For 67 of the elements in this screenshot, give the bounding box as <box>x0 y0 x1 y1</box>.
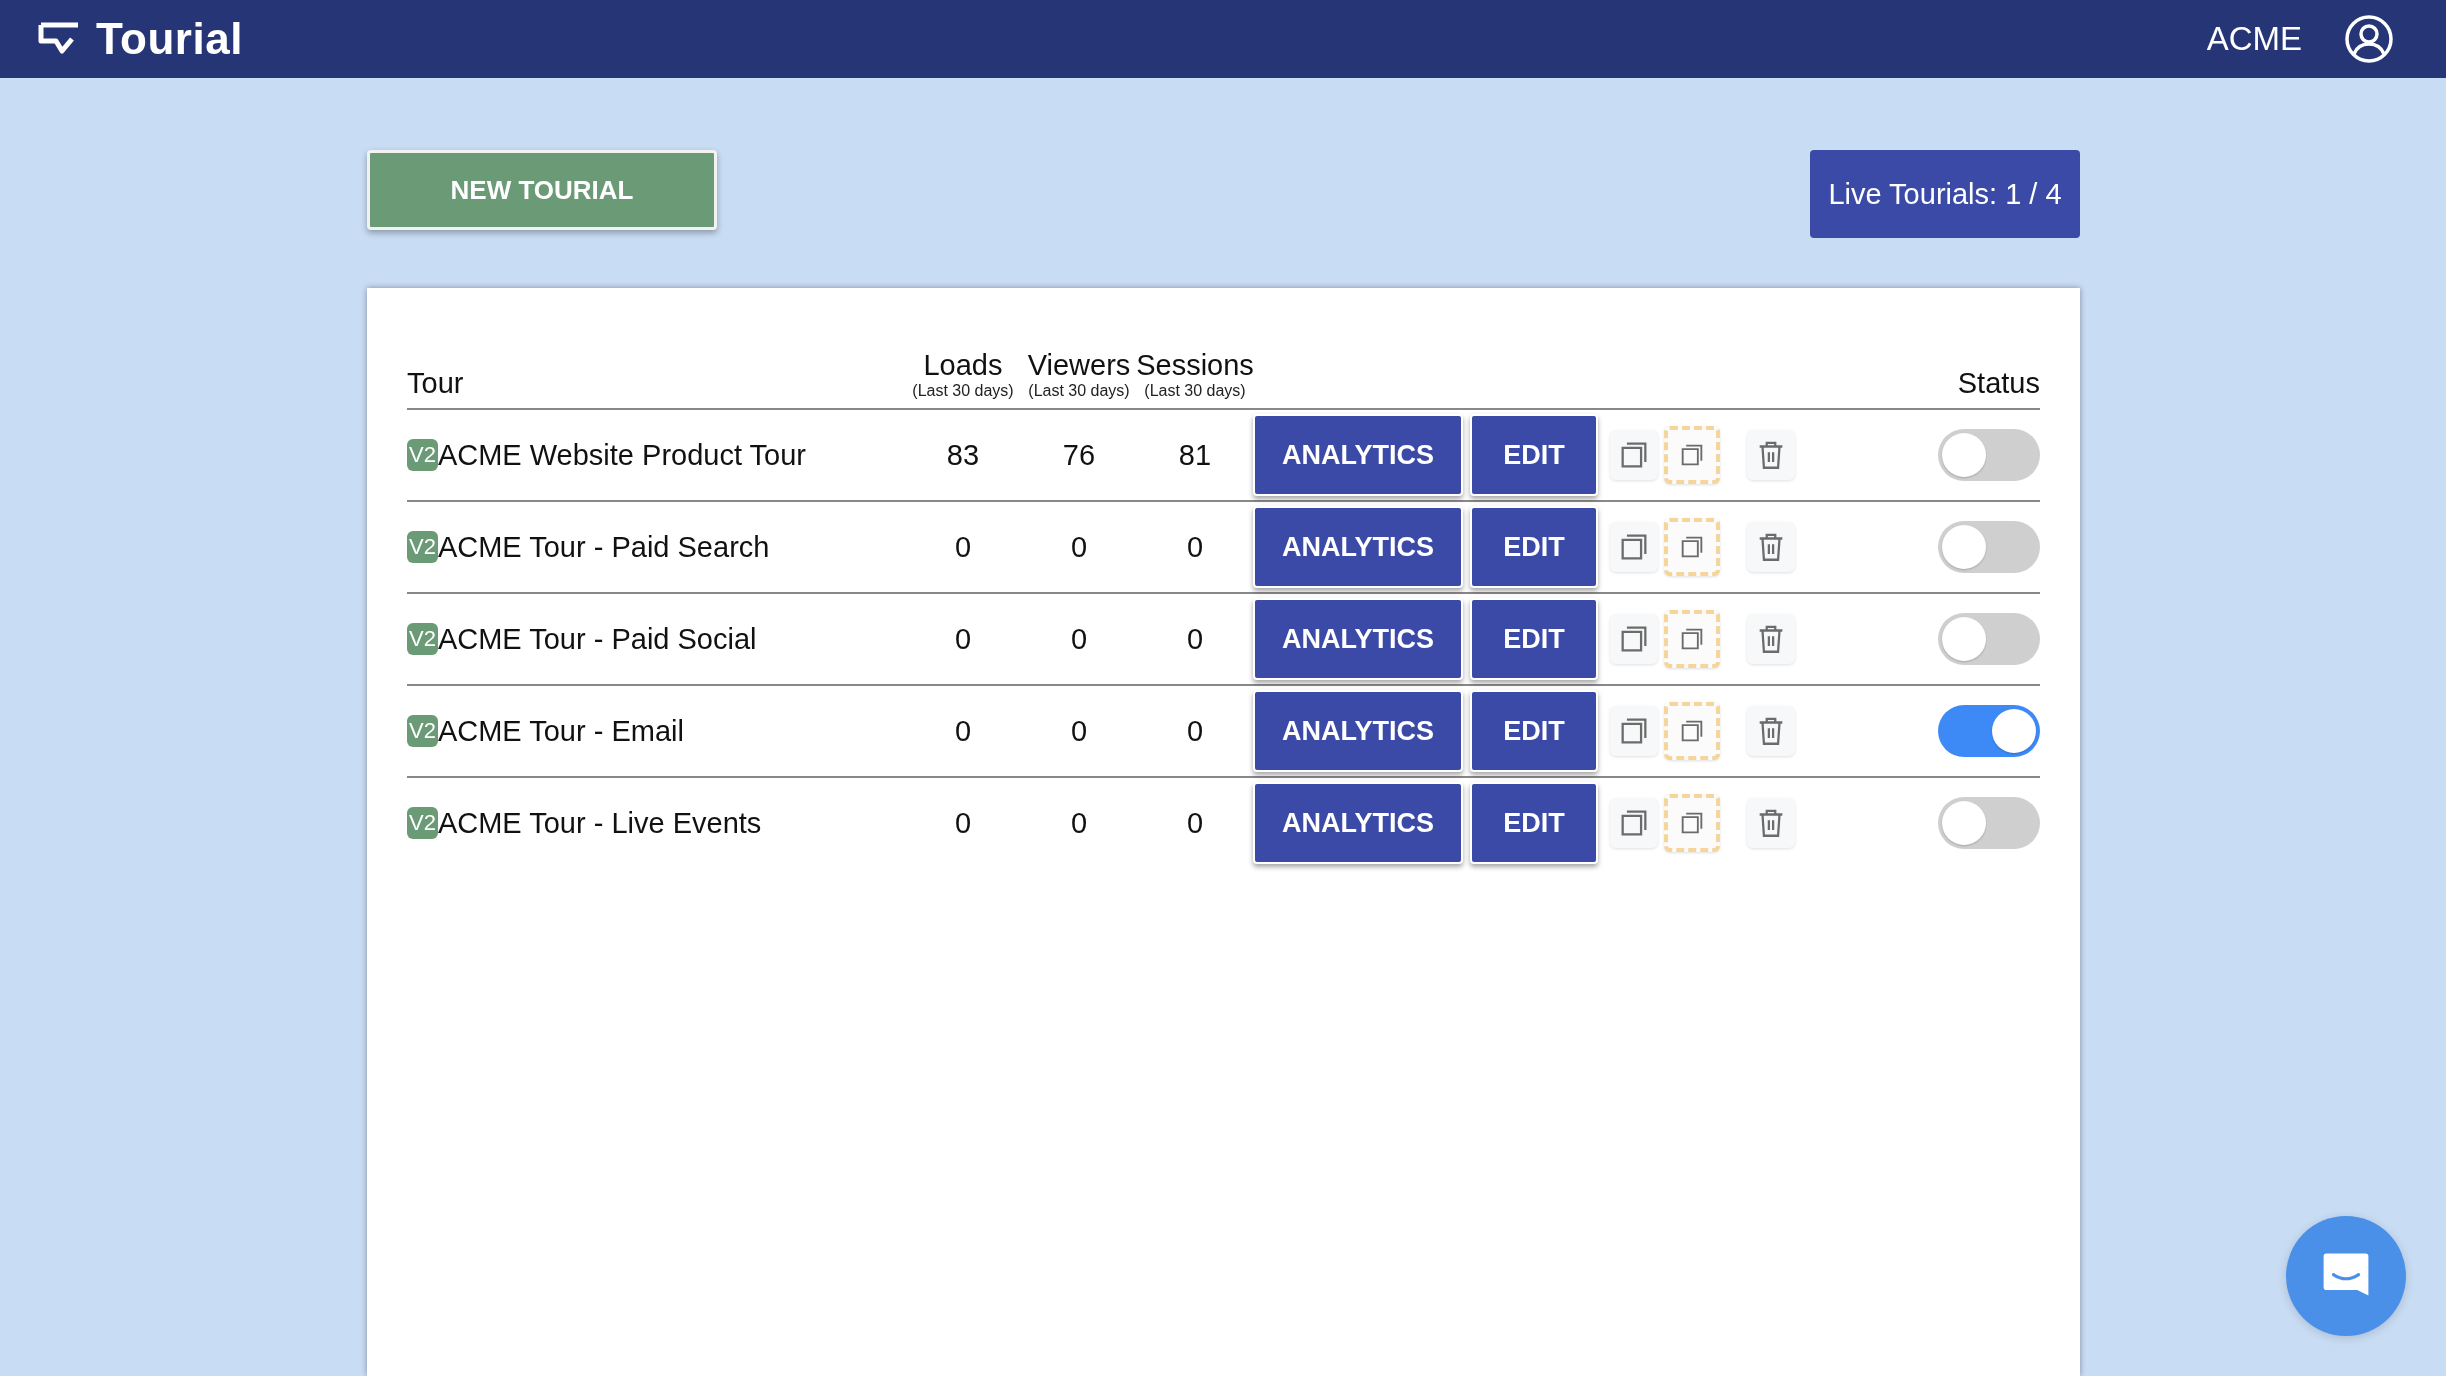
sessions-count: 0 <box>1186 530 1204 563</box>
sessions-count: 0 <box>1186 806 1204 839</box>
tour-name: ACME Tour - Paid Search <box>437 530 770 564</box>
copy-icon[interactable] <box>1664 518 1720 576</box>
sessions-count: 81 <box>1178 438 1212 471</box>
tour-name: ACME Tour - Email <box>437 714 684 748</box>
version-badge: V2 <box>407 439 438 471</box>
sessions-count: 0 <box>1186 714 1204 747</box>
loads-count: 0 <box>954 714 972 747</box>
version-badge: V2 <box>407 807 438 839</box>
tour-name: ACME Tour - Live Events <box>437 806 762 840</box>
copy-icon[interactable] <box>1664 426 1720 484</box>
edit-button[interactable]: EDIT <box>1470 782 1598 864</box>
loads-count: 83 <box>946 438 980 471</box>
version-badge: V2 <box>407 531 438 563</box>
column-header: Viewers <box>1027 349 1131 382</box>
status-toggle[interactable] <box>1938 705 2040 757</box>
trash-icon[interactable] <box>1747 706 1795 756</box>
analytics-button[interactable]: ANALYTICS <box>1253 414 1463 496</box>
column-subheader: (Last 30 days) <box>1028 382 1130 400</box>
status-toggle[interactable] <box>1938 613 2040 665</box>
version-badge: V2 <box>407 715 438 747</box>
column-header: Tour <box>407 367 464 400</box>
account-name: ACME <box>2206 20 2302 58</box>
status-toggle[interactable] <box>1938 797 2040 849</box>
viewers-count: 76 <box>1062 438 1096 471</box>
live-tourials-button[interactable]: Live Tourials: 1 / 4 <box>1810 150 2080 238</box>
status-toggle[interactable] <box>1938 521 2040 573</box>
analytics-button[interactable]: ANALYTICS <box>1253 690 1463 772</box>
logo-text[interactable]: Tourial <box>96 14 243 64</box>
copy-icon[interactable] <box>1609 522 1658 572</box>
analytics-button[interactable]: ANALYTICS <box>1253 598 1463 680</box>
status-toggle[interactable] <box>1938 429 2040 481</box>
loads-count: 0 <box>954 806 972 839</box>
trash-icon[interactable] <box>1747 522 1795 572</box>
copy-icon[interactable] <box>1609 706 1658 756</box>
copy-icon[interactable] <box>1664 702 1720 760</box>
tour-name: ACME Website Product Tour <box>437 438 806 472</box>
tour-name: ACME Tour - Paid Social <box>437 622 757 656</box>
copy-icon[interactable] <box>1664 610 1720 668</box>
column-header: Loads <box>923 349 1003 382</box>
sessions-count: 0 <box>1186 622 1204 655</box>
viewers-count: 0 <box>1070 714 1088 747</box>
copy-icon[interactable] <box>1609 614 1658 664</box>
copy-icon[interactable] <box>1609 798 1658 848</box>
column-header: Status <box>1957 367 2040 400</box>
copy-icon[interactable] <box>1664 794 1720 852</box>
column-subheader: (Last 30 days) <box>912 382 1014 400</box>
loads-count: 0 <box>954 622 972 655</box>
analytics-button[interactable]: ANALYTICS <box>1253 506 1463 588</box>
column-header: Sessions <box>1136 349 1254 382</box>
viewers-count: 0 <box>1070 530 1088 563</box>
loads-count: 0 <box>954 530 972 563</box>
edit-button[interactable]: EDIT <box>1470 690 1598 772</box>
trash-icon[interactable] <box>1747 430 1795 480</box>
trash-icon[interactable] <box>1747 798 1795 848</box>
trash-icon[interactable] <box>1747 614 1795 664</box>
viewers-count: 0 <box>1070 806 1088 839</box>
column-subheader: (Last 30 days) <box>1144 382 1246 400</box>
copy-icon[interactable] <box>1609 430 1658 480</box>
edit-button[interactable]: EDIT <box>1470 414 1598 496</box>
version-badge: V2 <box>407 623 438 655</box>
edit-button[interactable]: EDIT <box>1470 598 1598 680</box>
user-icon[interactable] <box>2344 14 2394 64</box>
viewers-count: 0 <box>1070 622 1088 655</box>
analytics-button[interactable]: ANALYTICS <box>1253 782 1463 864</box>
edit-button[interactable]: EDIT <box>1470 506 1598 588</box>
